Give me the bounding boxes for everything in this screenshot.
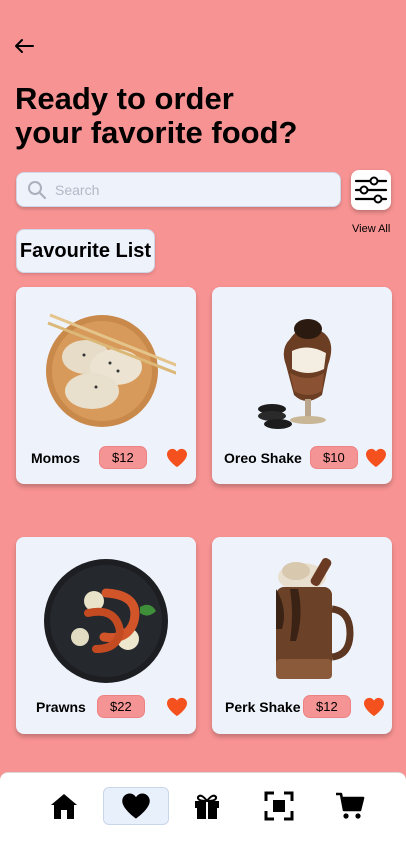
food-name: Momos <box>31 450 80 466</box>
sliders-icon <box>354 176 388 204</box>
food-name: Oreo Shake <box>224 450 302 466</box>
momos-image <box>46 313 176 427</box>
arrow-left-icon <box>15 39 34 53</box>
search-input[interactable] <box>55 181 295 198</box>
cart-icon <box>336 792 365 819</box>
price-badge: $12 <box>99 446 147 469</box>
perk-shake-image <box>276 557 354 679</box>
search-icon <box>28 180 47 199</box>
nav-cart[interactable] <box>317 787 383 825</box>
filter-button[interactable] <box>351 170 391 210</box>
food-card-oreo-shake[interactable]: Oreo Shake $10 <box>212 287 392 484</box>
view-all-link[interactable]: View All <box>352 223 390 235</box>
favourites-screen: Ready to order your favorite food? View … <box>0 0 406 844</box>
home-icon <box>51 794 77 819</box>
price-badge: $10 <box>310 446 358 469</box>
food-card-prawns[interactable]: Prawns $22 <box>16 537 196 734</box>
page-title: Ready to order your favorite food? <box>15 82 375 150</box>
food-name: Prawns <box>36 699 86 715</box>
nav-home[interactable] <box>31 787 97 825</box>
bottom-nav <box>0 772 406 844</box>
food-name: Perk Shake <box>225 699 301 715</box>
nav-scan[interactable] <box>246 787 312 825</box>
prawns-image <box>44 559 168 683</box>
food-card-perk-shake[interactable]: Perk Shake $12 <box>212 537 392 734</box>
back-button[interactable] <box>12 34 36 58</box>
title-line-1: Ready to order <box>15 81 234 116</box>
heart-icon[interactable] <box>363 697 385 717</box>
favourite-list-chip[interactable]: Favourite List <box>16 229 155 273</box>
scan-icon <box>264 791 294 821</box>
heart-icon[interactable] <box>365 448 387 468</box>
oreo-shake-image <box>258 319 332 429</box>
title-line-2: your favorite food? <box>15 115 298 150</box>
nav-favourites[interactable] <box>103 787 169 825</box>
food-card-momos[interactable]: Momos $12 <box>16 287 196 484</box>
gift-icon <box>195 794 219 819</box>
price-badge: $12 <box>303 695 351 718</box>
nav-gifts[interactable] <box>174 787 240 825</box>
search-bar[interactable] <box>16 172 341 207</box>
heart-icon[interactable] <box>166 697 188 717</box>
heart-icon[interactable] <box>166 448 188 468</box>
price-badge: $22 <box>97 695 145 718</box>
heart-icon <box>122 793 150 819</box>
